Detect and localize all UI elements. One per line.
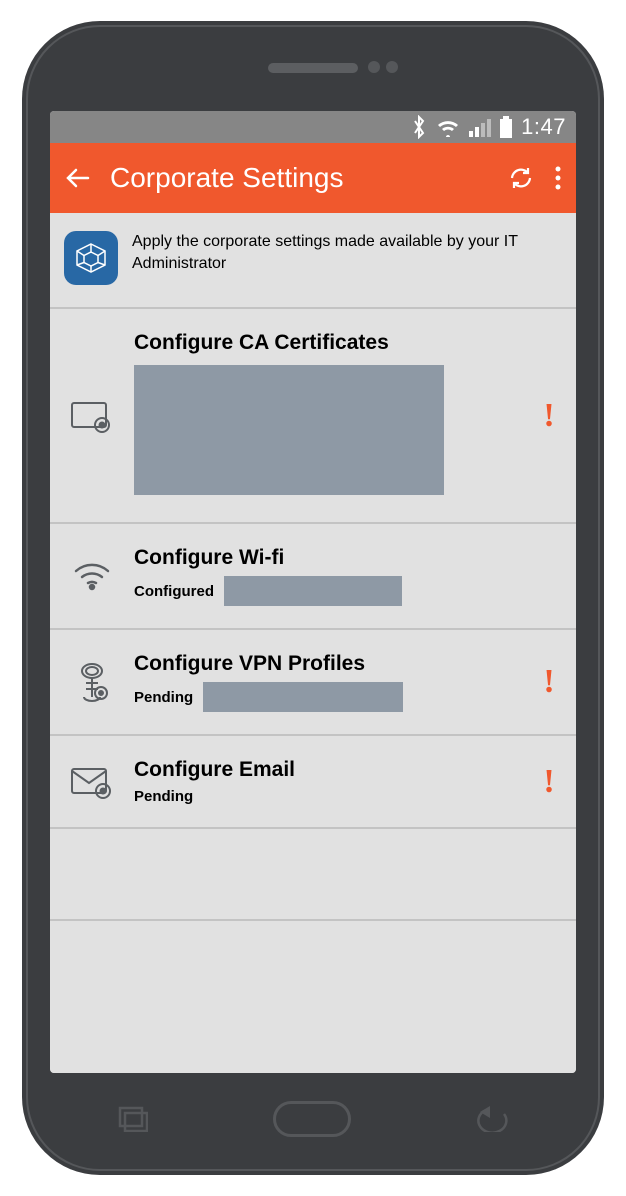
phone-frame: 1:47 Corporate Settings [22, 21, 604, 1175]
bluetooth-icon [411, 115, 427, 139]
alert-icon: ! [543, 397, 554, 434]
app-logo-icon [64, 231, 118, 285]
intro-row: Apply the corporate settings made availa… [50, 213, 576, 309]
home-button[interactable] [273, 1101, 351, 1137]
wifi-icon [435, 117, 461, 137]
item-title: Configure CA Certificates [134, 331, 522, 355]
app-bar: Corporate Settings [50, 143, 576, 213]
overflow-menu-icon[interactable] [554, 164, 562, 192]
device-back-icon[interactable] [476, 1106, 508, 1132]
item-ca-certificates[interactable]: Configure CA Certificates ! [50, 309, 576, 524]
page-title: Corporate Settings [110, 162, 488, 194]
redacted-block [134, 365, 444, 495]
item-title: Configure Wi-fi [134, 546, 522, 570]
status-bar: 1:47 [50, 111, 576, 143]
clock: 1:47 [521, 114, 566, 140]
signal-icon [469, 117, 491, 137]
vpn-icon [76, 661, 108, 703]
alert-icon: ! [543, 763, 554, 800]
item-status: Pending [134, 689, 193, 706]
intro-text: Apply the corporate settings made availa… [132, 231, 562, 285]
wifi-icon [72, 561, 112, 591]
back-icon[interactable] [64, 164, 92, 192]
email-icon [70, 765, 114, 799]
item-title: Configure VPN Profiles [134, 652, 522, 676]
settings-list: Configure CA Certificates ! [50, 309, 576, 1073]
certificate-icon [70, 399, 114, 433]
device-nav-bar [28, 1097, 598, 1141]
recent-apps-icon[interactable] [118, 1106, 148, 1132]
alert-icon: ! [543, 663, 554, 700]
screen: 1:47 Corporate Settings [50, 111, 576, 1073]
item-vpn[interactable]: Configure VPN Profiles Pending ! [50, 630, 576, 736]
redacted-block [203, 682, 403, 712]
item-status: Pending [134, 788, 193, 805]
item-email[interactable]: Configure Email Pending ! [50, 736, 576, 829]
item-status: Configured [134, 583, 214, 600]
divider [50, 919, 576, 921]
battery-icon [499, 116, 513, 138]
item-title: Configure Email [134, 758, 522, 782]
speaker [268, 63, 358, 73]
sensors [368, 61, 398, 73]
refresh-icon[interactable] [506, 163, 536, 193]
item-wifi[interactable]: Configure Wi-fi Configured [50, 524, 576, 630]
redacted-block [224, 576, 402, 606]
